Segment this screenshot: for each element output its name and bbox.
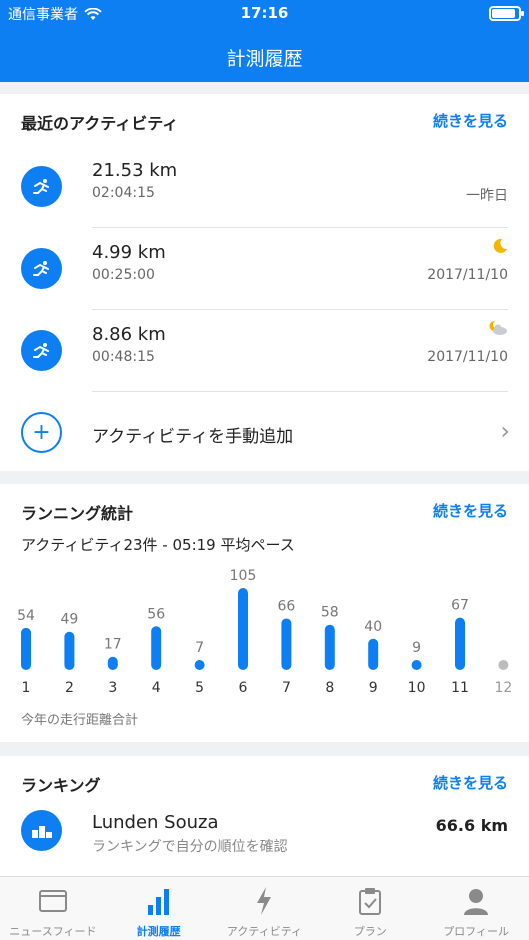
- tab-newsfeed[interactable]: ニュースフィード: [0, 877, 106, 940]
- newsfeed-icon: [38, 890, 67, 912]
- activity-duration: 00:48:15: [92, 349, 155, 365]
- top-bar: 通信事業者 17:16 計測履歴: [0, 0, 529, 82]
- stats-summary: アクティビティ23件 - 05:19 平均ペース: [21, 536, 295, 554]
- chevron-right-icon: ›: [500, 417, 510, 445]
- profile-icon: [464, 889, 489, 915]
- bar-value-label: 56: [147, 606, 165, 622]
- activity-date: 一昨日: [466, 188, 508, 204]
- activity-date: 2017/11/10: [427, 267, 508, 283]
- month-tick-label: 12: [494, 680, 512, 694]
- running-icon: [21, 166, 62, 207]
- bar-value-label: 40: [364, 619, 382, 635]
- tab-bar: ニュースフィード 計測履歴 アクティビティ プラン プロフィール: [0, 876, 529, 940]
- activity-row[interactable]: 4.99 km 00:25:00 2017/11/10: [0, 228, 529, 310]
- bar-month-7: [281, 618, 292, 670]
- recent-activities-section: 最近のアクティビティ 続きを見る 21.53 km 02:04:15 一昨日 4…: [0, 94, 529, 471]
- bar-value-label: 67: [451, 598, 469, 614]
- running-stats-section: ランニング統計 続きを見る アクティビティ23件 - 05:19 平均ペース 5…: [0, 484, 529, 742]
- plus-icon: +: [21, 412, 62, 453]
- cloud-moon-icon: [489, 320, 507, 335]
- status-bar: 通信事業者 17:16: [0, 4, 529, 24]
- activity-duration: 00:25:00: [92, 267, 155, 283]
- stats-more-link[interactable]: 続きを見る: [433, 500, 508, 521]
- month-tick-label: 6: [239, 680, 248, 694]
- activity-distance: 8.86 km: [92, 324, 166, 345]
- chart-caption: 今年の走行距離合計: [21, 713, 139, 728]
- activity-duration: 02:04:15: [92, 185, 155, 201]
- running-stats-title: ランニング統計: [21, 504, 134, 523]
- month-tick-label: 10: [408, 680, 426, 694]
- monthly-distance-chart: 5414921735647510566675884099106711 12: [17, 568, 512, 694]
- recent-more-link[interactable]: 続きを見る: [433, 110, 508, 131]
- activity-row[interactable]: 21.53 km 02:04:15 一昨日: [0, 146, 529, 228]
- moon-icon: [493, 238, 507, 253]
- bar-month-12: [498, 660, 509, 670]
- bar-month-8: [324, 624, 335, 670]
- ranking-more-link[interactable]: 続きを見る: [433, 772, 508, 793]
- activity-distance: 21.53 km: [92, 160, 178, 181]
- activity-distance: 4.99 km: [92, 242, 166, 263]
- tab-history[interactable]: 計測履歴: [106, 877, 212, 940]
- tab-profile[interactable]: プロフィール: [423, 877, 529, 940]
- add-activity-row[interactable]: + アクティビティを手動追加 ›: [0, 392, 529, 474]
- tab-label: プラン: [353, 925, 387, 938]
- ranking-subtitle: ランキングで自分の順位を確認: [92, 839, 288, 855]
- bar-value-label: 105: [230, 568, 257, 584]
- bar-month-2: [64, 631, 75, 670]
- bar-value-label: 7: [195, 640, 204, 656]
- month-tick-label: 9: [369, 680, 378, 694]
- activity-row[interactable]: 8.86 km 00:48:15 2017/11/10: [0, 310, 529, 392]
- add-activity-label: アクティビティを手動追加: [92, 427, 294, 447]
- month-tick-label: 7: [282, 680, 291, 694]
- month-tick-label: 8: [325, 680, 334, 694]
- history-icon: [147, 889, 169, 915]
- running-icon: [21, 330, 62, 371]
- bar-value-label: 66: [277, 598, 295, 614]
- bar-month-4: [151, 626, 162, 670]
- tab-label: アクティビティ: [226, 925, 303, 938]
- podium-icon: [21, 810, 62, 851]
- month-tick-label: 3: [108, 680, 117, 694]
- month-tick-label: 4: [152, 680, 161, 694]
- ranking-distance: 66.6 km: [435, 816, 508, 835]
- bar-month-6: [238, 588, 248, 670]
- tab-label: プロフィール: [443, 925, 509, 938]
- bar-value-label: 54: [17, 608, 35, 624]
- month-tick-label: 2: [65, 680, 74, 694]
- bolt-icon: [257, 887, 272, 915]
- bar-month-1: [21, 627, 31, 670]
- bar-month-5: [194, 660, 205, 670]
- page-title: 計測履歴: [226, 48, 303, 70]
- tab-label: ニュースフィード: [9, 925, 97, 938]
- status-time: 17:16: [240, 4, 289, 22]
- recent-activities-title: 最近のアクティビティ: [21, 114, 179, 133]
- bar-month-3: [107, 656, 118, 670]
- bar-value-label: 58: [321, 605, 339, 621]
- ranking-section: ランキング 続きを見る Lunden Souza ランキングで自分の順位を確認 …: [0, 756, 529, 876]
- tab-label: 計測履歴: [136, 925, 181, 938]
- tab-activity[interactable]: アクティビティ: [212, 877, 318, 940]
- ranking-user-name[interactable]: Lunden Souza: [92, 812, 218, 833]
- bar-month-11: [455, 617, 465, 670]
- bar-month-10: [411, 660, 422, 670]
- tab-plan[interactable]: プラン: [317, 877, 423, 940]
- month-tick-label: 1: [22, 680, 31, 694]
- plan-icon: [359, 888, 382, 915]
- bar-value-label: 9: [412, 640, 421, 656]
- ranking-title: ランキング: [21, 776, 101, 795]
- bar-value-label: 49: [60, 612, 78, 628]
- month-tick-label: 5: [195, 680, 204, 694]
- activity-date: 2017/11/10: [427, 349, 508, 365]
- bar-value-label: 17: [104, 637, 122, 653]
- bar-month-9: [368, 638, 379, 670]
- battery-icon: [489, 6, 524, 21]
- month-tick-label: 11: [451, 680, 469, 694]
- running-icon: [21, 248, 62, 289]
